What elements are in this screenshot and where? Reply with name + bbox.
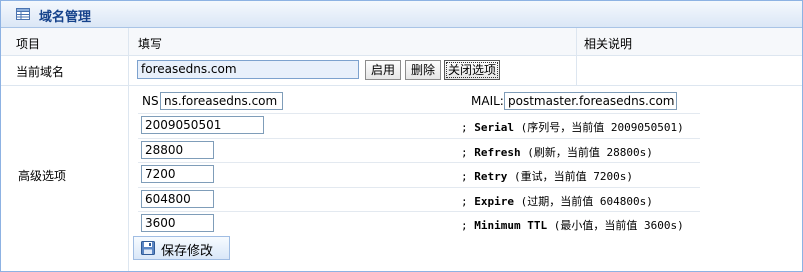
delete-button[interactable]: 删除 [405, 60, 441, 80]
ns-input[interactable]: ns.foreasedns.com [160, 92, 283, 110]
panel-titlebar: 域名管理 [1, 1, 802, 28]
row-separator [138, 162, 700, 163]
column-header-item: 项目 [16, 37, 41, 51]
row-separator [138, 211, 700, 212]
refresh-note: ; Refresh (刷新，当前值 28800s) [461, 146, 653, 159]
minimum-ttl-note: ; Minimum TTL (最小值，当前值 3600s) [461, 219, 684, 232]
save-changes-button[interactable]: 保存修改 [133, 236, 230, 260]
retry-input[interactable]: 7200 [141, 165, 214, 183]
column-header-fill: 填写 [138, 37, 163, 51]
table-header: 项目 填写 相关说明 [1, 28, 802, 56]
panel-title: 域名管理 [39, 10, 92, 25]
current-domain-row: 当前域名 foreasedns.com 启用 删除 关闭选项 [1, 56, 802, 86]
column-header-description: 相关说明 [584, 37, 633, 51]
domain-input[interactable]: foreasedns.com [137, 60, 359, 79]
minimum-ttl-input[interactable]: 3600 [141, 214, 214, 232]
serial-note: ; Serial (序列号，当前值 2009050501) [461, 121, 684, 134]
retry-note: ; Retry (重试，当前值 7200s) [461, 170, 633, 183]
save-changes-label: 保存修改 [161, 244, 214, 259]
expire-input[interactable]: 604800 [141, 190, 214, 208]
domain-management-panel: 域名管理 项目 填写 相关说明 当前域名 foreasedns.com 启用 删… [0, 0, 803, 272]
current-domain-label: 当前域名 [16, 65, 65, 79]
mail-label: MAIL: [471, 94, 504, 108]
enable-button[interactable]: 启用 [365, 60, 401, 80]
serial-input[interactable]: 2009050501 [141, 116, 264, 134]
mail-input[interactable]: postmaster.foreasedns.com [504, 92, 677, 110]
expire-note: ; Expire (过期，当前值 604800s) [461, 195, 653, 208]
close-options-button[interactable]: 关闭选项 [444, 60, 500, 80]
table-icon [16, 8, 30, 20]
advanced-options-label: 高级选项 [18, 169, 67, 183]
row-separator [138, 138, 700, 139]
refresh-input[interactable]: 28800 [141, 141, 214, 159]
row-separator [138, 113, 700, 114]
floppy-disk-icon [141, 241, 155, 255]
row-separator [138, 187, 700, 188]
